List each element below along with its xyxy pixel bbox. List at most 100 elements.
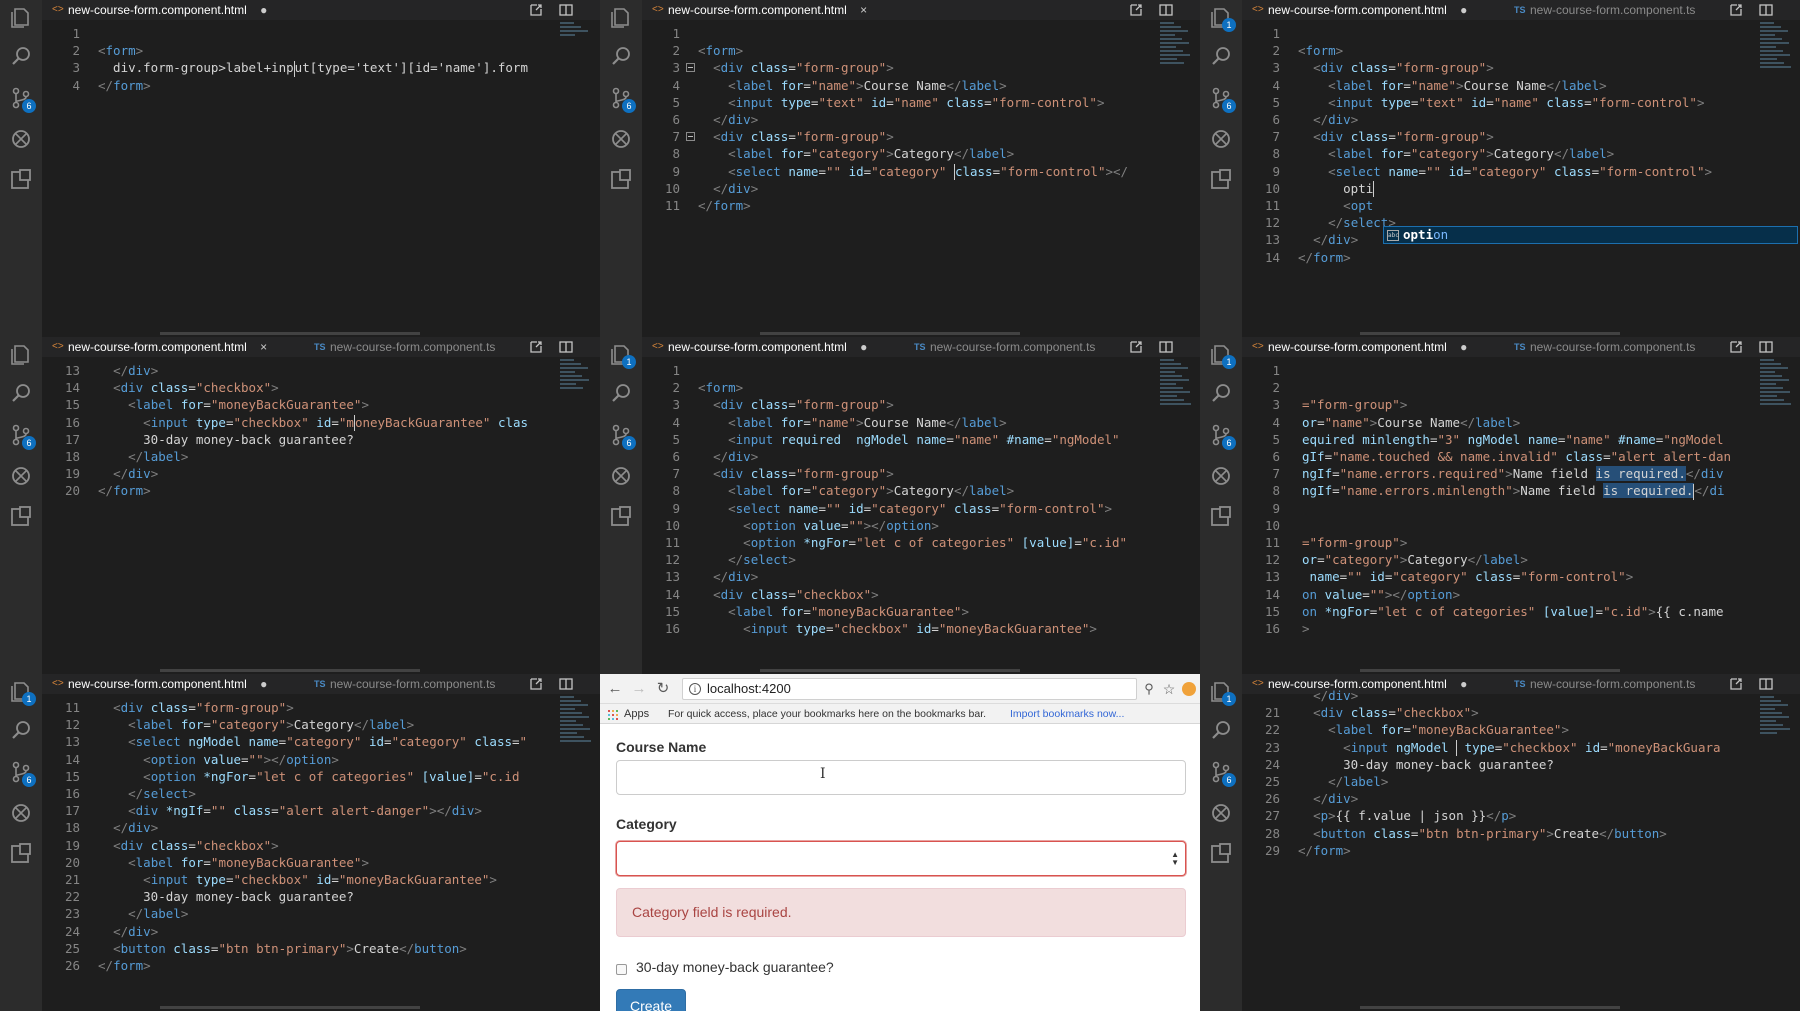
split-editor-icon[interactable] (558, 676, 574, 692)
unsaved-dot-icon[interactable]: ● (260, 674, 267, 694)
code-editor[interactable]: 1 2 <form> 3 <div class="form-group"> 4 <lab… (642, 357, 1200, 674)
debug-icon[interactable] (1209, 464, 1233, 488)
code-line[interactable]: 11 </form> (642, 196, 1154, 216)
category-select[interactable]: ▲ ▼ (616, 841, 1186, 876)
files-icon[interactable]: 1 (609, 342, 636, 369)
files-icon[interactable] (9, 5, 33, 29)
split-editor-icon[interactable] (1758, 2, 1774, 18)
close-tab-icon[interactable]: × (260, 337, 267, 357)
split-editor-icon[interactable] (558, 2, 574, 18)
debug-icon[interactable] (9, 801, 33, 825)
tab-ts-file[interactable]: TS new-course-form.component.ts (314, 674, 495, 694)
horizontal-scrollbar[interactable] (1360, 669, 1620, 672)
minimap[interactable] (556, 694, 600, 754)
autocomplete-suggestion[interactable]: abc option (1383, 226, 1798, 244)
tab-html-file[interactable]: <> new-course-form.component.html ● (1252, 337, 1467, 357)
tab-html-file[interactable]: <> new-course-form.component.html ● (652, 337, 867, 357)
zoom-icon[interactable]: ⚲ (1140, 680, 1158, 698)
apps-grid-icon[interactable] (608, 710, 618, 720)
source-control-icon[interactable]: 6 (609, 86, 636, 113)
split-editor-icon[interactable] (558, 339, 574, 355)
code-line[interactable]: 16 > (1242, 619, 1754, 639)
split-editor-icon[interactable] (1158, 339, 1174, 355)
split-editor-icon[interactable] (1758, 339, 1774, 355)
extensions-icon[interactable] (1209, 841, 1233, 865)
extensions-icon[interactable] (1209, 167, 1233, 191)
search-icon[interactable] (609, 44, 633, 68)
source-control-icon[interactable]: 6 (1209, 86, 1236, 113)
minimap[interactable] (556, 20, 600, 80)
tab-html-file[interactable]: <> new-course-form.component.html × (652, 0, 867, 20)
code-line[interactable]: 14 </form> (1242, 248, 1754, 268)
code-editor[interactable]: 1 2 <form> 3 div.form-group>label+input[typ… (42, 20, 600, 337)
tab-ts-file[interactable]: TS new-course-form.component.ts (1514, 337, 1695, 357)
extensions-icon[interactable] (9, 167, 33, 191)
unsaved-dot-icon[interactable]: ● (1460, 0, 1467, 20)
source-control-icon[interactable]: 6 (1209, 423, 1236, 450)
minimap[interactable] (1156, 357, 1200, 417)
minimap[interactable] (1756, 357, 1800, 417)
code-line[interactable]: 20 </form> (42, 481, 554, 501)
code-editor[interactable]: 11 <div class="form-group"> 12 <label for… (42, 694, 600, 1011)
fold-toggle-icon[interactable] (686, 63, 695, 73)
files-icon[interactable]: 1 (9, 679, 36, 706)
open-changes-icon[interactable] (1128, 339, 1144, 355)
debug-icon[interactable] (9, 464, 33, 488)
search-icon[interactable] (1209, 44, 1233, 68)
code-line[interactable]: 16 <input type="checkbox" id="moneyBackG… (642, 619, 1154, 639)
open-changes-icon[interactable] (528, 2, 544, 18)
create-button[interactable]: Create (616, 989, 686, 1011)
extensions-icon[interactable] (9, 841, 33, 865)
code-line[interactable]: 29 </form> (1242, 841, 1754, 861)
extensions-icon[interactable] (609, 504, 633, 528)
minimap[interactable] (556, 357, 600, 417)
import-bookmarks-link[interactable]: Import bookmarks now... (1010, 704, 1124, 724)
code-line[interactable]: 4 </form> (42, 76, 554, 96)
source-control-icon[interactable]: 6 (609, 423, 636, 450)
tab-html-file[interactable]: <> new-course-form.component.html ● (1252, 0, 1467, 20)
money-back-checkbox[interactable] (616, 964, 627, 975)
source-control-icon[interactable]: 6 (9, 760, 36, 787)
horizontal-scrollbar[interactable] (760, 669, 1020, 672)
horizontal-scrollbar[interactable] (160, 332, 420, 335)
source-control-icon[interactable]: 6 (9, 423, 36, 450)
horizontal-scrollbar[interactable] (160, 669, 420, 672)
code-editor[interactable]: 1 2 <form> 3 <div class="form-group"> 4 <lab… (642, 20, 1200, 337)
code-editor[interactable]: 1 2 3 ="form-group"> 4 or="name">Course Name<… (1242, 357, 1800, 674)
extensions-icon[interactable] (1209, 504, 1233, 528)
minimap[interactable] (1756, 694, 1800, 754)
info-icon[interactable]: i (689, 683, 701, 695)
horizontal-scrollbar[interactable] (160, 1006, 420, 1009)
extensions-icon[interactable] (609, 167, 633, 191)
search-icon[interactable] (9, 381, 33, 405)
code-line[interactable]: 26 </form> (42, 956, 554, 976)
source-control-icon[interactable]: 6 (9, 86, 36, 113)
tab-ts-file[interactable]: TS new-course-form.component.ts (1514, 0, 1695, 20)
split-editor-icon[interactable] (1758, 676, 1774, 692)
apps-link[interactable]: Apps (624, 704, 649, 724)
reload-icon[interactable]: ↻ (654, 680, 672, 698)
split-editor-icon[interactable] (1158, 2, 1174, 18)
code-editor[interactable]: 13 </div> 14 <div class="checkbox"> 15 <la… (42, 357, 600, 674)
extensions-icon[interactable] (9, 504, 33, 528)
extension-icon[interactable] (1180, 680, 1198, 698)
files-icon[interactable]: 1 (1209, 342, 1236, 369)
open-changes-icon[interactable] (528, 676, 544, 692)
files-icon[interactable] (609, 5, 633, 29)
horizontal-scrollbar[interactable] (1360, 1006, 1620, 1009)
money-back-label[interactable]: 30-day money-back guarantee? (636, 959, 834, 975)
open-changes-icon[interactable] (1128, 2, 1144, 18)
search-icon[interactable] (9, 718, 33, 742)
debug-icon[interactable] (9, 127, 33, 151)
tab-ts-file[interactable]: TS new-course-form.component.ts (314, 337, 495, 357)
open-changes-icon[interactable] (1728, 2, 1744, 18)
open-changes-icon[interactable] (1728, 339, 1744, 355)
close-tab-icon[interactable]: × (860, 0, 867, 20)
minimap[interactable] (1756, 20, 1800, 80)
unsaved-dot-icon[interactable]: ● (260, 0, 267, 20)
tab-html-file[interactable]: <> new-course-form.component.html × (52, 337, 267, 357)
source-control-icon[interactable]: 6 (1209, 760, 1236, 787)
address-bar[interactable]: i localhost:4200 (682, 678, 1137, 700)
course-name-input[interactable] (616, 760, 1186, 795)
debug-icon[interactable] (1209, 127, 1233, 151)
